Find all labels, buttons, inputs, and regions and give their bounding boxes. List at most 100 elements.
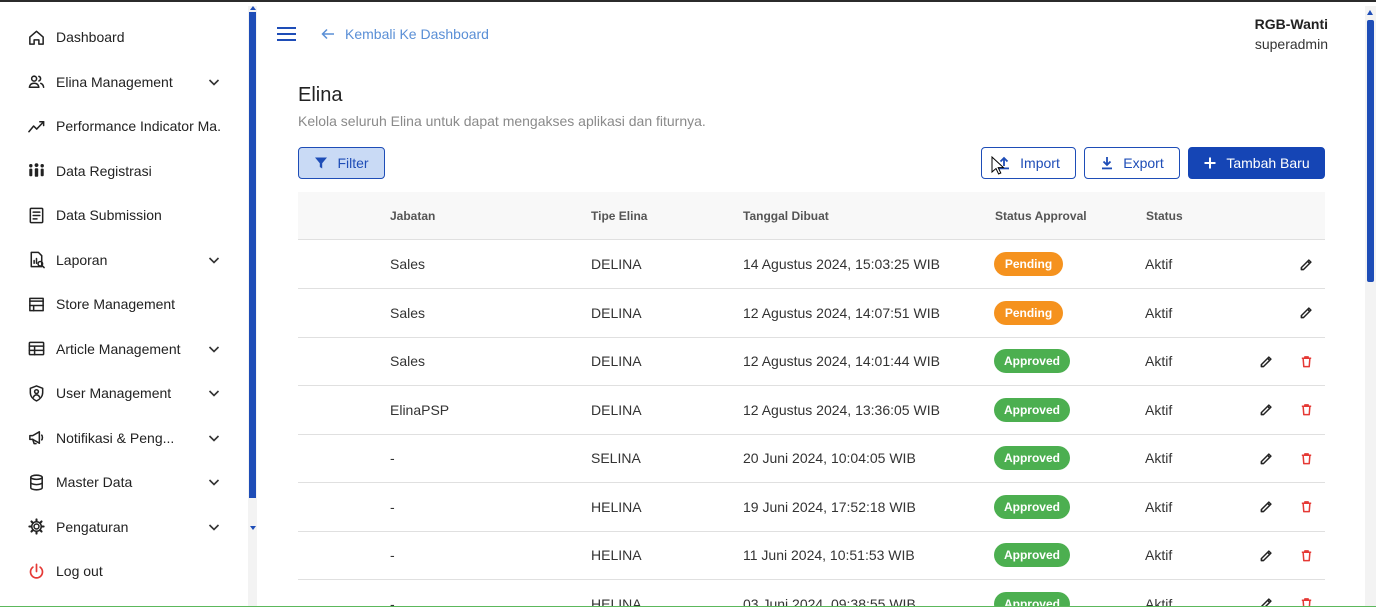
cell-jabatan: - [390, 450, 395, 466]
cell-status: Aktif [1145, 547, 1173, 563]
chevron-down-icon[interactable] [206, 74, 222, 90]
table-row: - SELINA 20 Juni 2024, 10:04:05 WIB Approve… [298, 434, 1325, 483]
cell-status: Aktif [1145, 401, 1173, 418]
chevron-down-icon[interactable] [206, 252, 222, 268]
sidebar-scroll-thumb[interactable] [249, 12, 256, 498]
delete-icon[interactable] [1297, 401, 1315, 419]
sidebar-item-store-management[interactable]: Store Management [26, 289, 222, 319]
cell-jabatan: Sales [390, 353, 426, 369]
chevron-down-icon[interactable] [206, 385, 222, 401]
scroll-up-arrow[interactable] [250, 6, 256, 10]
sidebar-item-label: Performance Indicator Ma... [56, 118, 222, 134]
cell-jabatan: - [390, 547, 395, 563]
table-row: Sales DELINA 12 Agustus 2024, 14:07:51 WIB… [298, 289, 1325, 338]
page-title: Elina [298, 84, 343, 106]
sidebar-item-label: Pengaturan [56, 518, 129, 535]
cell-jabatan: - [390, 595, 395, 607]
chevron-down-icon[interactable] [206, 341, 222, 357]
sidebar-item-label: User Management [56, 385, 172, 401]
sidebar-scrollbar[interactable] [248, 6, 257, 607]
power-icon [26, 561, 46, 581]
status-approval-badge: Approved [994, 349, 1070, 373]
main-scrollbar[interactable] [1365, 6, 1376, 607]
delete-icon[interactable] [1297, 352, 1315, 370]
table-row: - HELINA 19 Juni 2024, 17:52:18 WIB Approve… [298, 483, 1325, 532]
sidebar-item-dashboard[interactable]: Dashboard [26, 22, 222, 52]
megaphone-icon [26, 428, 46, 448]
sidebar-item-label: Store Management [56, 296, 176, 312]
sidebar-item-performance-indicator-ma[interactable]: Performance Indicator Ma... [26, 111, 222, 141]
sidebar-item-notifikasi-peng[interactable]: Notifikasi & Peng... [26, 423, 222, 453]
main-scroll-thumb[interactable] [1367, 20, 1374, 282]
table-header: Jabatan Tipe Elina Tanggal Dibuat Status… [298, 192, 1325, 240]
table-row: Sales DELINA 14 Agustus 2024, 15:03:25 WIB… [298, 240, 1325, 289]
col-header-status[interactable]: Status [1146, 192, 1183, 240]
status-approval-badge: Approved [994, 494, 1070, 519]
menu-toggle-button[interactable] [276, 24, 298, 44]
cell-status: Aktif [1145, 353, 1173, 369]
chevron-down-icon[interactable] [206, 474, 222, 490]
cell-status: Aktif [1145, 595, 1173, 607]
back-to-dashboard-link[interactable]: Kembali Ke Dashboard [320, 24, 489, 44]
sidebar-item-laporan[interactable]: Laporan [26, 245, 222, 275]
sidebar-item-data-registrasi[interactable]: Data Registrasi [26, 156, 222, 186]
status-approval-badge: Approved [994, 591, 1070, 607]
cell-tanggal-dibuat: 11 Juni 2024, 10:51:53 WIB [743, 547, 915, 563]
cell-tanggal-dibuat: 14 Agustus 2024, 15:03:25 WIB [743, 256, 940, 272]
sidebar-item-label: Article Management [56, 340, 181, 357]
chevron-down-icon[interactable] [206, 430, 222, 446]
sidebar-item-label: Log out [56, 563, 103, 579]
edit-icon[interactable] [1297, 255, 1315, 273]
database-icon [26, 472, 46, 492]
chevron-down-icon[interactable] [206, 519, 222, 535]
col-header-jabatan[interactable]: Jabatan [390, 192, 435, 240]
sidebar-item-article-management[interactable]: Article Management [26, 334, 222, 364]
add-new-button[interactable]: Tambah Baru [1188, 147, 1325, 179]
cell-status: Aktif [1145, 304, 1173, 321]
user-name[interactable]: RGB-Wanti [1255, 16, 1328, 32]
cell-tipe-elina: DELINA [591, 353, 642, 369]
export-button[interactable]: Export [1084, 147, 1180, 179]
filter-button[interactable]: Filter [298, 147, 385, 179]
col-header-tipe-elina[interactable]: Tipe Elina [591, 192, 647, 240]
report-chart-icon [26, 250, 46, 270]
edit-icon[interactable] [1257, 449, 1275, 467]
table-row: - HELINA 11 Juni 2024, 10:51:53 WIB Approve… [298, 531, 1325, 580]
col-header-status-approval[interactable]: Status Approval [995, 192, 1087, 240]
table-row: - HELINA 03 Juni 2024, 09:38:55 WIB Approve… [298, 580, 1325, 607]
scroll-down-arrow[interactable] [250, 526, 256, 530]
delete-icon[interactable] [1297, 498, 1315, 516]
edit-icon[interactable] [1257, 352, 1275, 370]
add-new-button-label: Tambah Baru [1226, 155, 1310, 171]
trend-icon [26, 116, 46, 136]
edit-icon[interactable] [1257, 498, 1275, 516]
sidebar-item-label: Notifikasi & Peng... [56, 429, 175, 446]
cell-tanggal-dibuat: 19 Juni 2024, 17:52:18 WIB [743, 498, 916, 515]
sidebar-item-user-management[interactable]: User Management [26, 378, 222, 408]
cell-jabatan: Sales [390, 304, 426, 321]
delete-icon[interactable] [1297, 449, 1315, 467]
hamburger-icon [277, 27, 296, 41]
cell-tipe-elina: HELINA [591, 547, 642, 563]
scroll-up-arrow[interactable] [1367, 10, 1373, 15]
delete-icon[interactable] [1297, 546, 1315, 564]
sidebar-item-master-data[interactable]: Master Data [26, 467, 222, 497]
sidebar-item-label: Data Registrasi [56, 162, 152, 179]
status-approval-badge: Approved [994, 446, 1070, 470]
edit-icon[interactable] [1257, 401, 1275, 419]
cell-tanggal-dibuat: 12 Agustus 2024, 14:07:51 WIB [743, 304, 940, 321]
edit-icon[interactable] [1297, 304, 1315, 322]
edit-icon[interactable] [1257, 546, 1275, 564]
table-row: Sales DELINA 12 Agustus 2024, 14:01:44 WIB… [298, 337, 1325, 386]
sidebar-item-pengaturan[interactable]: Pengaturan [26, 512, 222, 542]
sidebar-item-elina-management[interactable]: Elina Management [26, 67, 222, 97]
download-icon [1102, 157, 1113, 170]
col-header-tanggal-dibuat[interactable]: Tanggal Dibuat [743, 192, 829, 240]
status-approval-badge: Pending [994, 252, 1063, 276]
mouse-cursor-icon [991, 156, 1005, 175]
cell-tipe-elina: HELINA [591, 498, 642, 515]
sidebar-item-label: Laporan [56, 251, 108, 268]
sidebar-item-data-submission[interactable]: Data Submission [26, 200, 222, 230]
sidebar-item-log-out[interactable]: Log out [26, 556, 222, 586]
sidebar-item-label: Data Submission [56, 207, 162, 223]
